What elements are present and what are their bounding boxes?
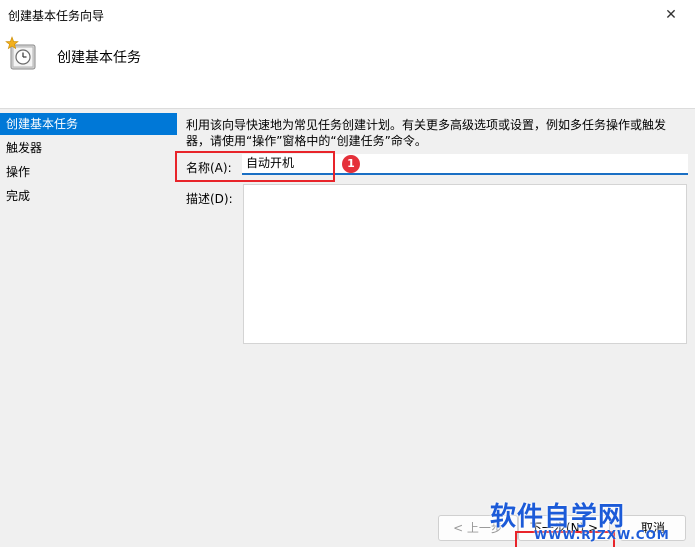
step-action[interactable]: 操作 (0, 161, 177, 183)
wizard-description: 利用该向导快速地为常见任务创建计划。有关更多高级选项或设置，例如多任务操作或触发… (186, 118, 667, 148)
step-list: 创建基本任务 触发器 操作 完成 (0, 113, 177, 209)
description-input[interactable] (243, 184, 687, 344)
description-label: 描述(D): (186, 192, 233, 206)
step-finish[interactable]: 完成 (0, 185, 177, 207)
close-icon: ✕ (665, 7, 677, 23)
annotation-box-name (175, 151, 335, 182)
annotation-badge: 1 (342, 155, 360, 173)
task-clock-icon (4, 36, 40, 72)
watermark-en: WWW.RJZXW.COM (534, 528, 670, 542)
header-title: 创建基本任务 (57, 50, 141, 66)
close-button[interactable]: ✕ (653, 2, 689, 28)
step-trigger[interactable]: 触发器 (0, 137, 177, 159)
wizard-header: 创建基本任务 (0, 30, 695, 108)
header-divider (0, 108, 695, 109)
title-bar: 创建基本任务向导 ✕ (0, 0, 695, 30)
step-create-basic-task[interactable]: 创建基本任务 (0, 113, 177, 135)
window-title: 创建基本任务向导 (8, 9, 105, 23)
